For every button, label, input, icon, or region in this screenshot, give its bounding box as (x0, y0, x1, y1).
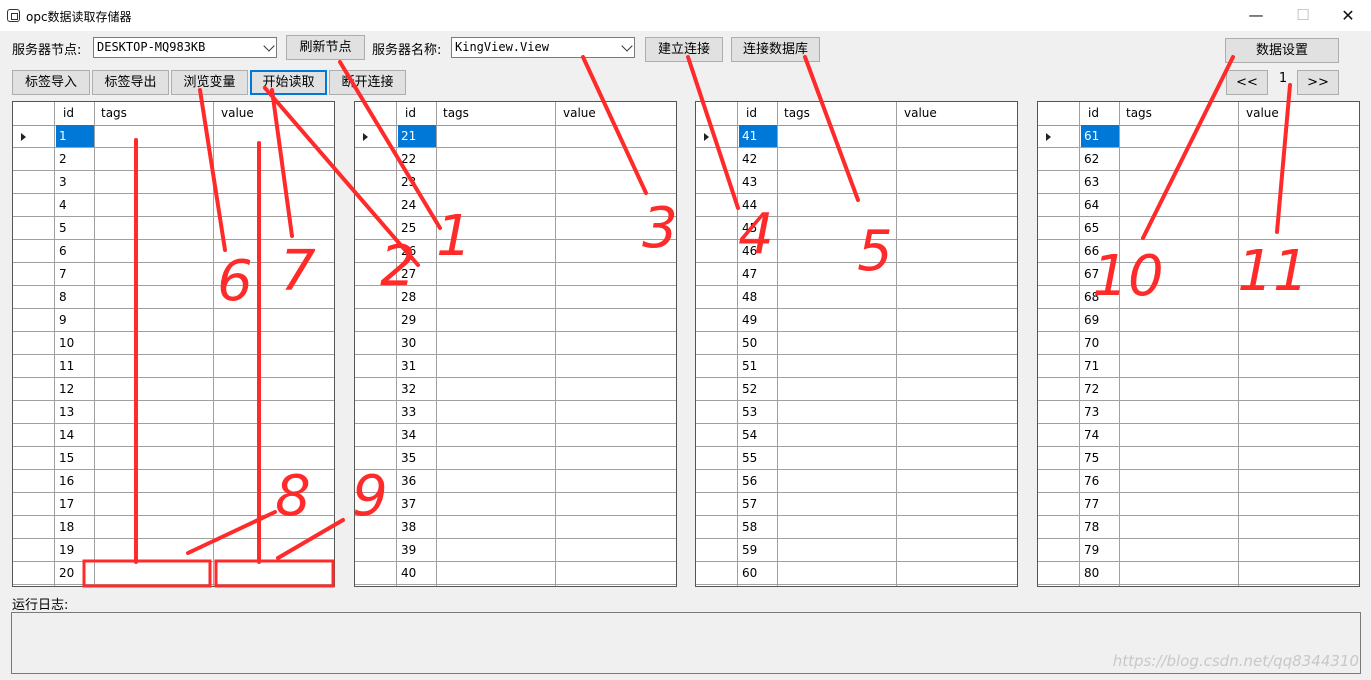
annotation-number: 2 (380, 234, 416, 299)
annotation-number: 3 (642, 196, 678, 261)
annotation-arrow (270, 88, 294, 238)
annotation-number: 11 (1237, 239, 1308, 304)
annotation-box (82, 559, 212, 588)
annotation-number: 5 (857, 219, 893, 284)
annotation-number: 8 (275, 464, 311, 529)
annotation-overlay: 12 3 4 5 6 7 8 9 10 11 (82, 55, 1309, 588)
annotation-arrow (186, 510, 277, 555)
annotation-number: 10 (1092, 244, 1163, 309)
annotation-arrow (803, 55, 860, 202)
annotation-number: 7 (280, 239, 316, 304)
annotation-arrow (686, 55, 740, 210)
annotation-arrow (338, 60, 442, 230)
annotation-number: 4 (738, 202, 774, 267)
annotation-arrow (1141, 55, 1235, 240)
annotation-number: 1 (436, 204, 472, 269)
annotation-box (214, 559, 335, 588)
annotation-arrow (581, 55, 648, 195)
annotation-arrow (1275, 83, 1292, 234)
annotation-arrow (198, 88, 227, 252)
annotation-number: 9 (352, 464, 388, 529)
annotation-number: 6 (217, 249, 253, 314)
